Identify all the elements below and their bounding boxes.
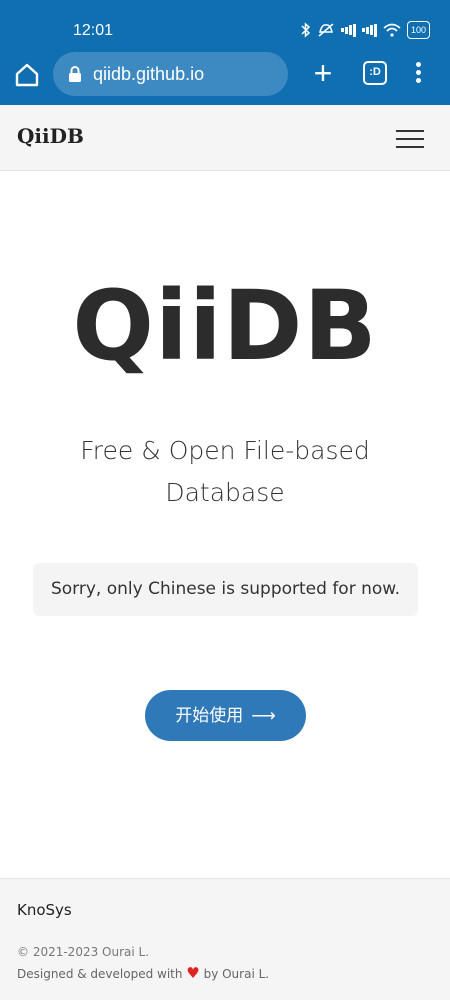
arrow-right-icon: ⟶: [251, 706, 276, 725]
hamburger-line: [396, 146, 424, 148]
lock-icon: [69, 66, 81, 82]
plus-icon: +: [313, 55, 333, 91]
dot-icon: [415, 70, 421, 75]
hero-title: QiiDB: [72, 270, 378, 382]
signal-icon: [361, 21, 377, 39]
language-notice: Sorry, only Chinese is supported for now…: [33, 563, 418, 616]
hamburger-line: [396, 138, 424, 140]
hero-subtitle: Free & Open File-based Database: [80, 436, 370, 507]
browser-chrome: 12:01 100 qiidb.github.io + :D: [0, 0, 450, 105]
url-text: qiidb.github.io: [93, 64, 205, 84]
overflow-menu-button[interactable]: [408, 60, 428, 88]
dot-icon: [415, 78, 421, 83]
battery-icon: 100: [406, 21, 430, 39]
site-header: QiiDB: [0, 105, 450, 171]
credit-text: Designed & developed with ♥ by Ourai L.: [17, 964, 269, 982]
home-icon: [15, 63, 39, 87]
tab-switcher-button[interactable]: :D: [363, 61, 387, 85]
hamburger-icon: [396, 130, 424, 132]
site-footer: KnoSys © 2021-2023 Ourai L. Designed & d…: [0, 878, 450, 1000]
credit-prefix: Designed & developed with: [17, 967, 183, 981]
address-bar[interactable]: qiidb.github.io: [53, 52, 288, 96]
get-started-button[interactable]: 开始使用 ⟶: [145, 690, 306, 741]
menu-toggle-button[interactable]: [396, 126, 424, 150]
dot-icon: [415, 62, 421, 67]
credit-suffix: by Ourai L.: [203, 967, 270, 981]
brand-logo-link[interactable]: QiiDB: [17, 124, 84, 148]
signal-icon: [340, 21, 356, 39]
heart-icon: ♥: [186, 964, 200, 982]
status-bar: 12:01 100: [0, 0, 450, 52]
get-started-label: 开始使用: [175, 706, 244, 725]
bluetooth-icon: [301, 21, 311, 39]
status-icons: 100: [301, 21, 430, 39]
footer-org-link[interactable]: KnoSys: [17, 901, 72, 919]
status-time: 12:01: [73, 22, 114, 39]
copyright-text: © 2021-2023 Ourai L.: [17, 945, 150, 959]
mute-icon: [317, 21, 335, 39]
wifi-icon: [383, 21, 401, 39]
home-button[interactable]: [12, 60, 42, 90]
new-tab-button[interactable]: +: [309, 57, 337, 89]
